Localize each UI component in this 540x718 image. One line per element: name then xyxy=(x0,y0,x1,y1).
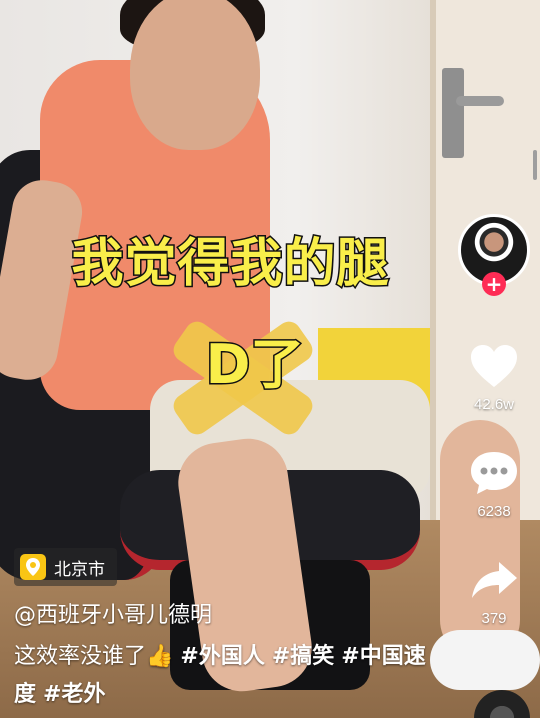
like-count: 42.6w xyxy=(473,396,515,413)
video-caption-line1: 我觉得我的腿 xyxy=(70,233,390,296)
person-shoe xyxy=(430,630,540,690)
comment-button[interactable]: 6238 xyxy=(462,445,526,520)
share-button[interactable]: 379 xyxy=(462,552,526,627)
video-player[interactable]: 我觉得我的腿 D了 + 42.6w 6238 379 北京市 @西班牙小哥儿德明 xyxy=(0,0,540,718)
comment-bubble-icon xyxy=(462,445,526,501)
hashtag-link[interactable]: #搞笑 xyxy=(272,644,334,669)
hashtag-link[interactable]: #老外 xyxy=(43,682,105,707)
edge-indicator xyxy=(533,150,537,180)
hashtag-link[interactable]: #外国人 xyxy=(180,644,264,669)
plus-icon: + xyxy=(485,272,503,296)
like-button[interactable]: 42.6w xyxy=(462,338,526,413)
location-tag[interactable]: 北京市 xyxy=(14,548,117,586)
door-lever xyxy=(456,96,504,106)
share-arrow-icon xyxy=(462,552,526,608)
video-description: 这效率没谁了👍 #外国人 #搞笑 #中国速度 #老外 xyxy=(14,638,444,714)
location-pin-icon xyxy=(20,554,46,580)
person-head xyxy=(130,0,260,150)
author-avatar-button[interactable]: + xyxy=(458,214,530,296)
comment-count: 6238 xyxy=(477,503,511,520)
video-caption-line2: D了 xyxy=(204,332,306,398)
location-label: 北京市 xyxy=(54,559,105,580)
description-text: 这效率没谁了👍 xyxy=(14,644,181,669)
author-name-link[interactable]: @西班牙小哥儿德明 xyxy=(14,597,212,629)
share-count: 379 xyxy=(481,610,507,627)
heart-icon xyxy=(462,338,526,394)
follow-plus-button[interactable]: + xyxy=(482,272,506,296)
door-handle xyxy=(442,68,464,158)
